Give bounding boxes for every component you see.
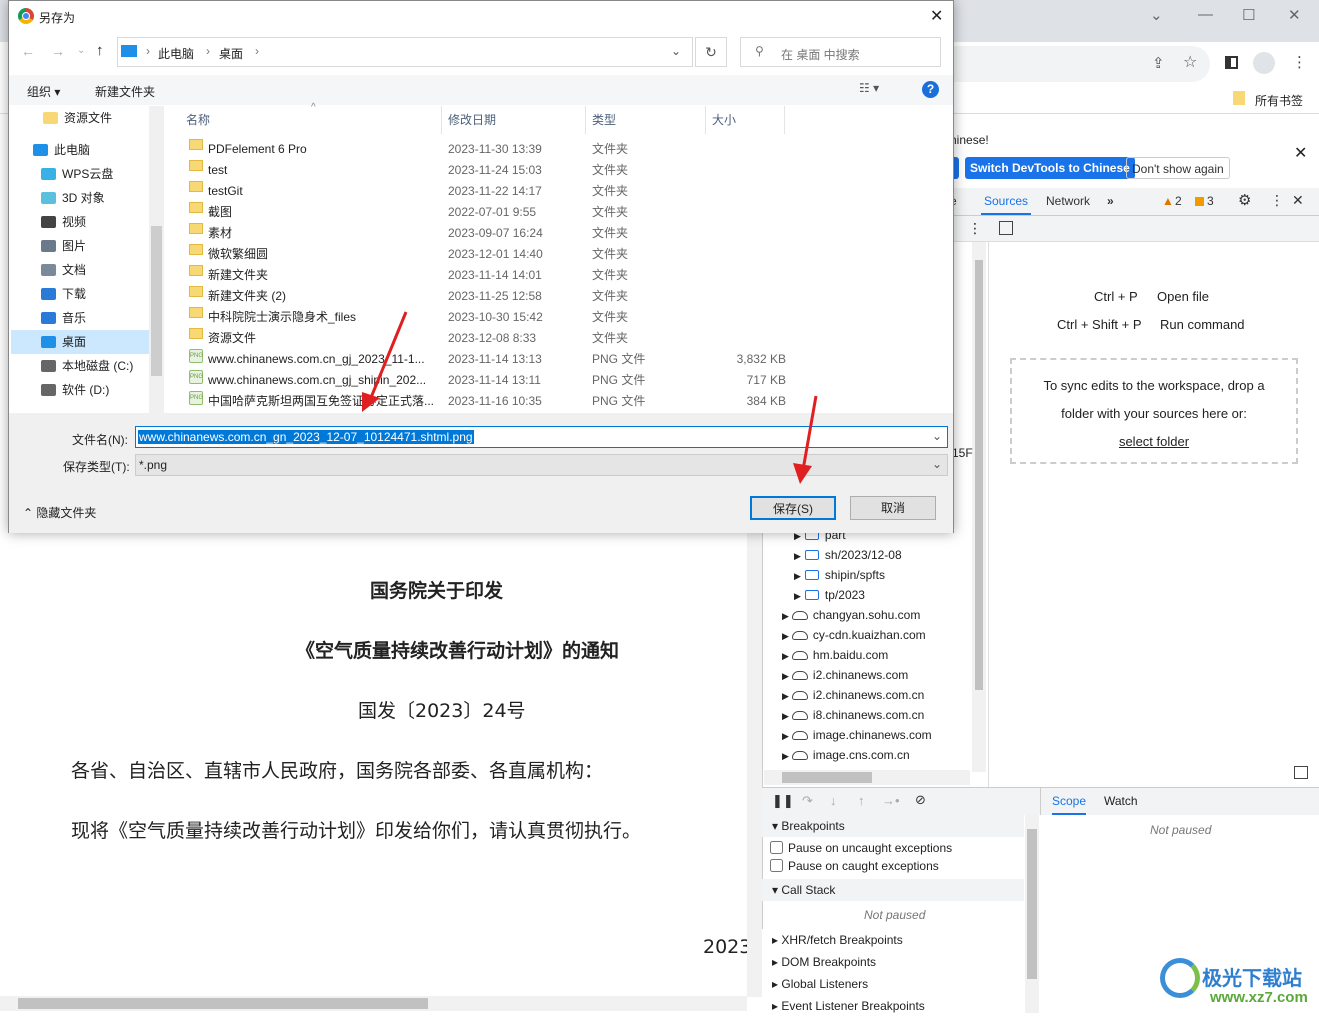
red-arrow-head: [793, 463, 812, 484]
annotation-arrows: [362, 311, 818, 484]
watermark-url: www.xz7.com: [1210, 989, 1308, 1006]
watermark-text: 极光下载站: [1202, 968, 1302, 990]
watermark-logo: [1160, 958, 1200, 998]
red-arrow: [368, 311, 408, 401]
red-arrow-head: [362, 392, 380, 412]
red-arrow: [801, 395, 818, 471]
